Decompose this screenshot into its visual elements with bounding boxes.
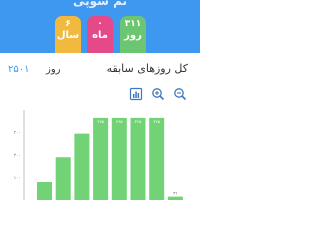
bar-data-label: ۳۶۵ bbox=[116, 119, 122, 124]
years-unit: سال bbox=[56, 30, 80, 41]
chart-bar[interactable] bbox=[111, 117, 127, 200]
zoom-in-icon[interactable] bbox=[151, 86, 165, 101]
chart-bar[interactable] bbox=[167, 196, 183, 200]
months-stat-card: ۰ ماه bbox=[87, 16, 113, 53]
y-tick-label: ۲۰۰ bbox=[14, 154, 21, 159]
years-stat-card: ۶ سال bbox=[55, 16, 81, 53]
zoom-out-icon[interactable] bbox=[173, 86, 187, 101]
bar-data-label: ۳۶۵ bbox=[97, 119, 103, 124]
bar-chart-icon[interactable] bbox=[129, 86, 143, 101]
bar-data-label: ۳۱ bbox=[173, 191, 177, 196]
years-value: ۶ bbox=[65, 19, 71, 29]
y-tick-label: ۳۰۰ bbox=[14, 130, 21, 136]
days-value: ۳۱۱ bbox=[124, 19, 142, 29]
total-days-label: کل روزهای سابقه bbox=[106, 62, 188, 75]
months-unit: ماه bbox=[92, 30, 108, 41]
days-stat-card: ۳۱۱ روز bbox=[120, 16, 146, 53]
bar-chart: ۳۰۰ ۲۰۰ ۱۰۰ ۳۶۵ ۳۶۵ ۳۶۵ ۳۶۵ ۳۱ bbox=[14, 110, 183, 200]
chart-bar[interactable] bbox=[93, 117, 109, 200]
months-value: ۰ bbox=[97, 19, 103, 29]
total-days-value: ۲۵۰۱ bbox=[8, 64, 30, 75]
chart-bar[interactable] bbox=[55, 157, 71, 200]
chart-bar[interactable] bbox=[130, 117, 146, 200]
chart-bar[interactable] bbox=[37, 182, 52, 200]
page-title: تم سوپی bbox=[72, 0, 128, 8]
work-history-chart: ۳۰۰ ۲۰۰ ۱۰۰ ۳۶۵ ۳۶۵ ۳۶۵ ۳۶۵ ۳۱ bbox=[0, 104, 200, 200]
y-tick-label: ۱۰۰ bbox=[14, 176, 21, 181]
bar-data-label: ۳۶۵ bbox=[135, 119, 141, 124]
profile-header: تم سوپی ۶ سال ۰ ماه ۳۱۱ روز bbox=[0, 0, 200, 53]
total-days-unit: روز bbox=[46, 64, 61, 75]
days-unit: روز bbox=[124, 30, 142, 41]
chart-toolbar bbox=[0, 86, 200, 102]
chart-bar[interactable] bbox=[74, 133, 90, 200]
bar-data-label: ۳۶۵ bbox=[153, 119, 159, 124]
chart-bar[interactable] bbox=[149, 117, 165, 200]
total-days-summary: کل روزهای سابقه روز ۲۵۰۱ bbox=[0, 58, 200, 80]
